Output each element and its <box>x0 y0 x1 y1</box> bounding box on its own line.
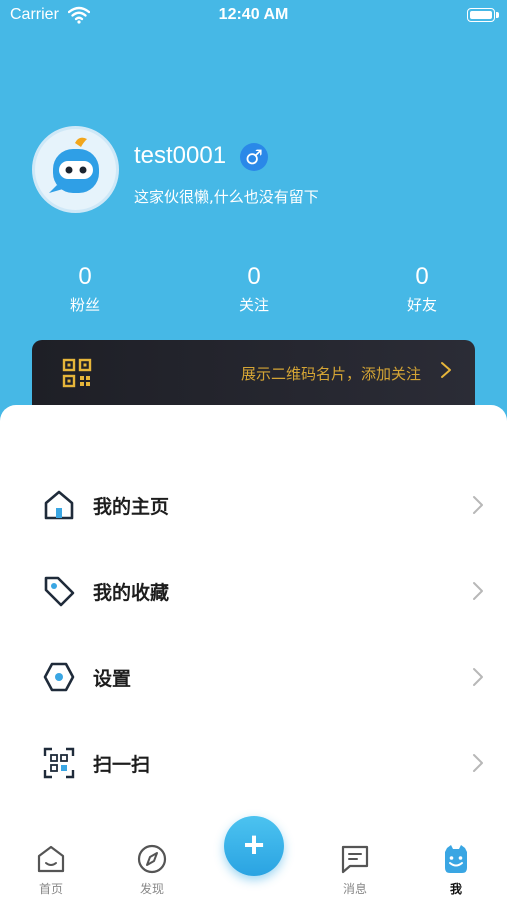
stat-value: 0 <box>78 263 92 290</box>
tag-icon <box>44 576 75 607</box>
chevron-right-icon <box>473 754 483 772</box>
profile-header: test0001 ♂ 这家伙很懒,什么也没有留下 <box>32 126 482 216</box>
stat-friends[interactable]: 0 好友 <box>362 262 482 315</box>
male-gender-icon: ♂ <box>240 143 268 171</box>
qr-code-icon <box>62 358 92 388</box>
stat-label: 粉丝 <box>69 296 100 314</box>
menu-item-label: 扫一扫 <box>93 754 151 776</box>
stat-label: 好友 <box>406 296 437 314</box>
message-icon <box>341 845 369 874</box>
tab-home[interactable]: 首页 <box>21 842 81 897</box>
compass-icon <box>137 844 167 874</box>
username: test0001 <box>134 142 227 169</box>
home-icon <box>44 490 74 520</box>
battery-icon <box>467 8 499 22</box>
tab-me[interactable]: 我 <box>426 842 486 897</box>
menu-item-label: 我的主页 <box>93 496 170 518</box>
menu-item-my-homepage[interactable]: 我的主页 <box>0 462 507 548</box>
menu-item-label: 设置 <box>93 668 132 690</box>
stat-value: 0 <box>247 263 261 290</box>
tab-label: 发现 <box>139 882 164 896</box>
qr-card-banner[interactable]: 展示二维码名片，添加关注 <box>32 340 475 415</box>
settings-hexagon-icon <box>43 662 75 692</box>
stat-value: 0 <box>415 263 429 290</box>
chevron-right-icon <box>473 496 483 514</box>
status-time: 12:40 AM <box>218 6 289 23</box>
qr-banner-text: 展示二维码名片，添加关注 <box>240 365 421 383</box>
tab-discover[interactable]: 发现 <box>122 842 182 897</box>
status-bar: Carrier 12:40 AM <box>0 0 507 32</box>
profile-bio: 这家伙很懒,什么也没有留下 <box>134 188 319 206</box>
chevron-right-icon <box>441 362 451 378</box>
tab-messages[interactable]: 消息 <box>325 842 385 897</box>
scan-icon <box>43 747 75 779</box>
robot-avatar-icon <box>49 137 99 193</box>
menu-item-scan[interactable]: 扫一扫 <box>0 720 507 806</box>
tab-label: 首页 <box>38 882 63 896</box>
stats-row: 0 粉丝 0 关注 0 好友 <box>0 262 507 322</box>
home-tab-icon <box>37 845 65 873</box>
menu-item-label: 我的收藏 <box>93 582 170 604</box>
menu-item-my-favorites[interactable]: 我的收藏 <box>0 548 507 634</box>
menu-item-settings[interactable]: 设置 <box>0 634 507 720</box>
chevron-right-icon <box>473 668 483 686</box>
chevron-right-icon <box>473 582 483 600</box>
add-post-button[interactable]: + <box>224 816 284 876</box>
stat-label: 关注 <box>238 296 269 314</box>
smiley-icon <box>445 845 467 873</box>
tab-label: 消息 <box>342 882 367 896</box>
stat-following[interactable]: 0 关注 <box>194 262 314 315</box>
avatar[interactable] <box>32 126 119 213</box>
stat-followers[interactable]: 0 粉丝 <box>25 262 145 315</box>
tab-label: 我 <box>449 882 462 896</box>
